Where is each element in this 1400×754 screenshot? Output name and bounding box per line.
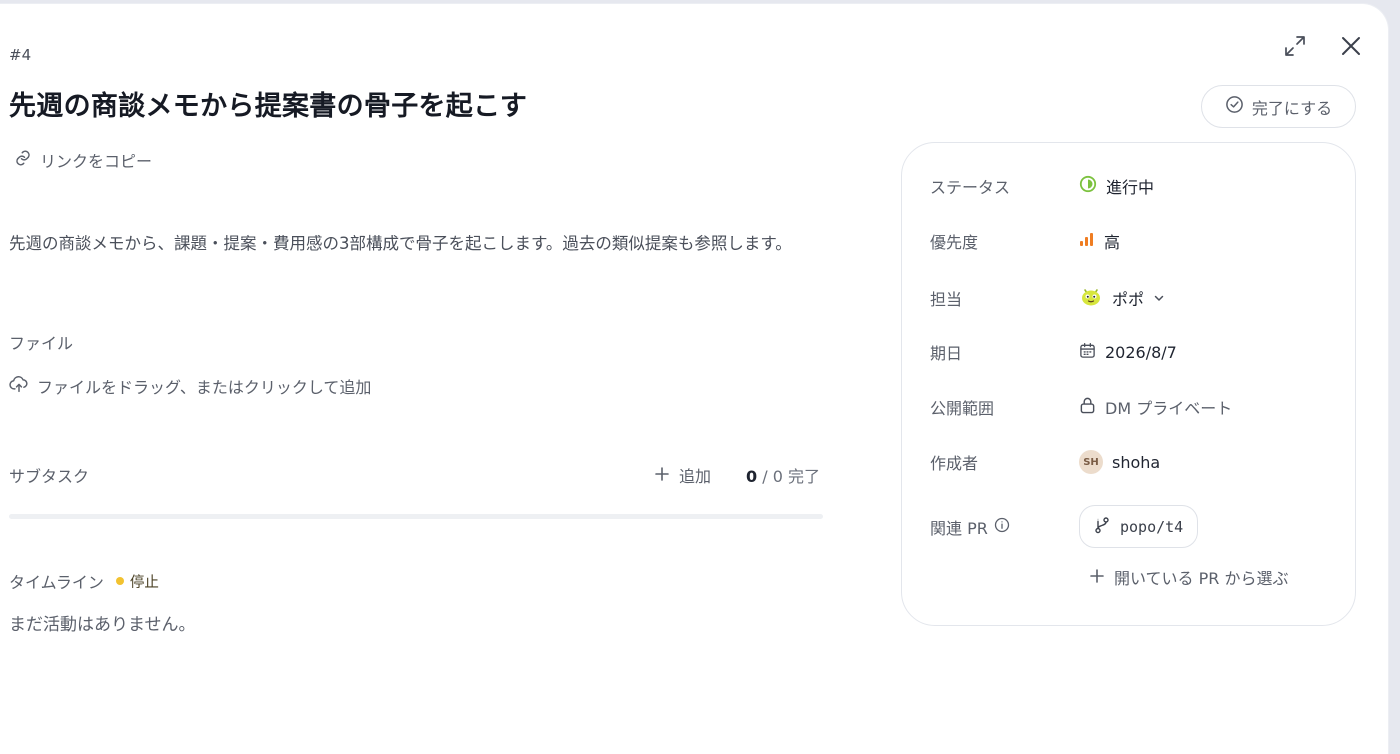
assignee-select[interactable]: ポポ [1079, 284, 1165, 312]
related-pr-label: 関連 PR [930, 515, 1079, 539]
priority-value: 高 [1104, 233, 1121, 252]
cloud-upload-icon [9, 375, 29, 397]
mark-complete-label: 完了にする [1251, 98, 1333, 118]
add-subtask-label: 追加 [679, 467, 712, 486]
visibility-row: 公開範囲 DM プライベート [930, 395, 1232, 419]
chevron-down-icon[interactable] [1153, 292, 1165, 304]
timeline-status: 停止 [129, 574, 159, 591]
task-description[interactable]: 先週の商談メモから、課題・提案・費用感の3部構成で骨子を起こします。過去の類似提… [9, 230, 819, 258]
priority-label: 優先度 [930, 233, 979, 252]
subtask-count-separator: / [762, 467, 768, 486]
priority-row: 優先度 高 [930, 229, 1120, 253]
due-date-label: 期日 [930, 344, 963, 363]
choose-open-pr-button[interactable]: 開いている PR から選ぶ [1090, 565, 1288, 589]
subtask-done-count: 0 [746, 467, 758, 486]
creator-value: shoha [1112, 452, 1161, 472]
task-title[interactable]: 先週の商談メモから提案書の骨子を起こす [9, 84, 527, 123]
creator-avatar: SH [1079, 450, 1103, 474]
copy-link-label: リンクをコピー [40, 152, 153, 171]
due-date-value: 2026/8/7 [1105, 342, 1177, 362]
task-id: #4 [9, 46, 32, 64]
link-icon [14, 149, 32, 171]
add-subtask-button[interactable]: 追加 [655, 463, 711, 487]
timeline-empty-text: まだ活動はありません。 [9, 615, 196, 635]
status-in-progress-icon [1079, 175, 1097, 197]
due-date-picker[interactable]: 2026/8/7 [1079, 342, 1177, 363]
visibility-value: DM プライベート [1105, 399, 1233, 418]
timeline-status-dot [115, 577, 124, 585]
creator-row: 作成者 SH shoha [930, 450, 1160, 474]
assignee-label: 担当 [930, 290, 963, 309]
properties-card: ステータス 進行中 優先度 高 担当 ポポ 期日 2026/8/7 公開範囲 D… [901, 142, 1356, 626]
timeline-heading: タイムライン 停止 [9, 569, 159, 593]
assignee-value: ポポ [1112, 290, 1145, 309]
mark-complete-button[interactable]: 完了にする [1201, 85, 1356, 128]
creator-value-box: SH shoha [1079, 450, 1160, 474]
plus-icon [655, 466, 669, 485]
files-heading: ファイル [9, 334, 74, 353]
priority-select[interactable]: 高 [1079, 229, 1120, 253]
due-date-row: 期日 2026/8/7 [930, 340, 1177, 364]
status-row: ステータス 進行中 [930, 174, 1154, 198]
related-pr-chip[interactable]: popo/t4 [1079, 505, 1199, 548]
status-label: ステータス [930, 178, 1011, 197]
close-icon [1340, 37, 1362, 61]
lock-icon [1079, 396, 1096, 418]
timeline-label: タイムライン [9, 573, 104, 592]
expand-icon [1284, 36, 1306, 61]
subtasks-heading: サブタスク [9, 467, 90, 486]
status-value: 進行中 [1106, 178, 1155, 197]
visibility-value-box: DM プライベート [1079, 395, 1232, 419]
file-upload-dropzone[interactable]: ファイルをドラッグ、またはクリックして追加 [9, 374, 371, 398]
expand-button[interactable] [1284, 35, 1306, 61]
status-select[interactable]: 進行中 [1079, 174, 1154, 198]
calendar-icon [1079, 342, 1096, 363]
choose-open-pr-label: 開いている PR から選ぶ [1114, 569, 1289, 588]
visibility-label: 公開範囲 [930, 399, 995, 418]
related-pr-row: 関連 PR popo/t4 [930, 505, 1199, 548]
subtask-total: 0 完了 [772, 467, 820, 486]
subtask-progress-bar [9, 514, 823, 519]
related-pr-value: popo/t4 [1120, 517, 1184, 536]
popo-avatar-icon [1079, 284, 1103, 312]
close-button[interactable] [1340, 35, 1362, 61]
info-icon[interactable] [994, 517, 1010, 537]
plus-icon [1090, 568, 1104, 587]
task-detail-panel: #4 先週の商談メモから提案書の骨子を起こす リンクをコピー 先週の商談メモから… [0, 4, 1388, 754]
copy-link-button[interactable]: リンクをコピー [14, 148, 152, 172]
creator-label: 作成者 [930, 454, 979, 473]
assignee-row: 担当 ポポ [930, 284, 1165, 312]
git-branch-icon [1094, 516, 1110, 538]
upload-label: ファイルをドラッグ、またはクリックして追加 [37, 378, 372, 397]
subtask-progress-count: 0 / 0 完了 [746, 463, 820, 487]
check-circle-icon [1225, 95, 1244, 118]
priority-bars-icon [1079, 231, 1095, 251]
related-pr-label-text: 関連 PR [930, 518, 988, 538]
